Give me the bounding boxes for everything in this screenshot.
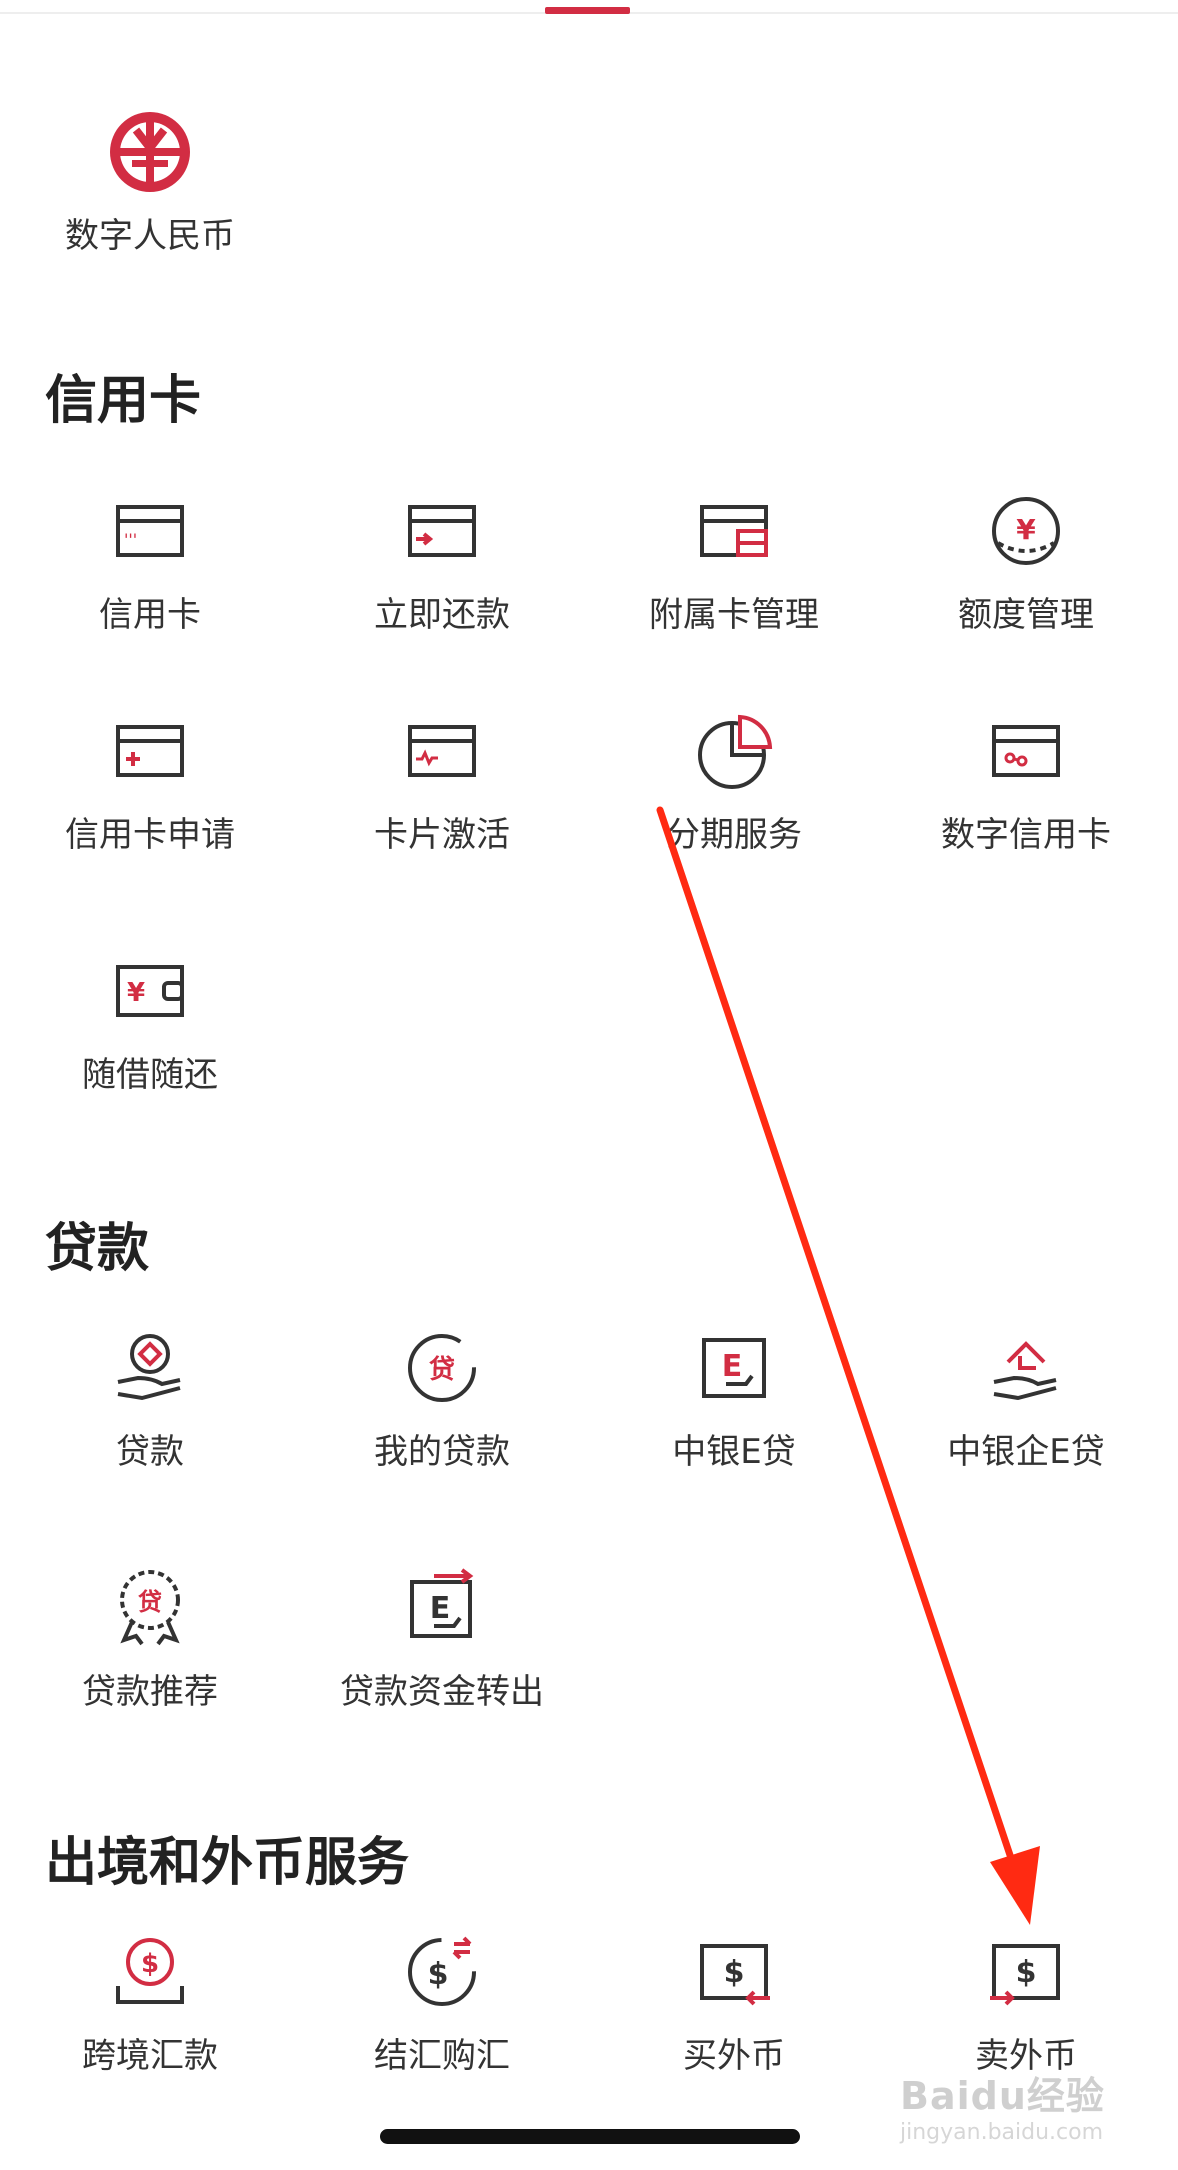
my-loan-label: 我的贷款 <box>374 1432 510 1472</box>
my-loan-icon: 贷 <box>394 1320 490 1416</box>
loan-hand-icon <box>102 1320 198 1416</box>
digital-card-icon <box>978 703 1074 799</box>
my-loan-item[interactable]: 贷 我的贷款 <box>296 1320 588 1500</box>
sell-dollar-glyph: $ <box>1016 1955 1037 1990</box>
loan-transfer-icon: E <box>394 1560 490 1656</box>
credit-card-icon: ''' <box>102 483 198 579</box>
buy-foreign-currency-item[interactable]: $ 买外币 <box>588 1924 880 2104</box>
wallet-icon: ¥ <box>102 943 198 1039</box>
card-apply-icon <box>102 703 198 799</box>
installment-item[interactable]: 分期服务 <box>588 703 880 883</box>
loan-transfer-label: 贷款资金转出 <box>340 1672 544 1712</box>
wallet-yuan-glyph: ¥ <box>127 978 145 1008</box>
loan-recommend-item[interactable]: 贷 贷款推荐 <box>4 1560 296 1740</box>
repay-card-icon <box>394 483 490 579</box>
repay-now-item[interactable]: 立即还款 <box>296 483 588 663</box>
e-glyph: E <box>722 1349 743 1384</box>
section-title-credit-card: 信用卡 <box>45 371 202 431</box>
loan-item[interactable]: 贷款 <box>4 1320 296 1500</box>
cross-border-remit-item[interactable]: $ 跨境汇款 <box>4 1924 296 2104</box>
badge-glyph: 贷 <box>138 1588 162 1616</box>
currency-exchange-label: 结汇购汇 <box>374 2036 510 2076</box>
supplementary-card-label: 附属卡管理 <box>649 595 819 635</box>
boc-e-loan-item[interactable]: E 中银E贷 <box>588 1320 880 1500</box>
supplementary-card-icon <box>686 483 782 579</box>
buy-dollar-glyph: $ <box>724 1955 745 1990</box>
credit-limit-icon: ¥ <box>978 483 1074 579</box>
credit-limit-item[interactable]: ¥ 额度管理 <box>880 483 1172 663</box>
loan-recommend-label: 贷款推荐 <box>82 1672 218 1712</box>
borrow-repay-label: 随借随还 <box>82 1055 218 1095</box>
borrow-repay-item[interactable]: ¥ 随借随还 <box>4 943 296 1123</box>
currency-exchange-icon: $ <box>394 1924 490 2020</box>
section-title-forex: 出境和外币服务 <box>45 1833 410 1893</box>
yuan-glyph: ¥ <box>1016 513 1036 546</box>
remit-dollar-glyph: $ <box>141 1949 159 1979</box>
card-activate-label: 卡片激活 <box>374 815 510 855</box>
exchange-dollar-glyph: $ <box>428 1957 449 1992</box>
credit-card-label: 信用卡 <box>99 595 201 635</box>
section-title-loans: 贷款 <box>45 1219 150 1279</box>
digital-rmb-entry[interactable]: 数字人民币 <box>4 104 296 284</box>
digital-credit-card-item[interactable]: 数字信用卡 <box>880 703 1172 883</box>
sell-currency-icon: $ <box>978 1924 1074 2020</box>
cross-border-remit-icon: $ <box>102 1924 198 2020</box>
enterprise-loan-icon <box>978 1320 1074 1416</box>
loan-transfer-item[interactable]: E 贷款资金转出 <box>296 1560 588 1740</box>
digital-rmb-label: 数字人民币 <box>65 216 235 256</box>
loan-label: 贷款 <box>116 1432 184 1472</box>
card-apply-item[interactable]: 信用卡申请 <box>4 703 296 883</box>
card-dots: ''' <box>124 530 137 549</box>
card-apply-label: 信用卡申请 <box>65 815 235 855</box>
buy-foreign-currency-label: 买外币 <box>683 2036 785 2076</box>
loan-glyph: 贷 <box>429 1354 455 1385</box>
baidu-watermark: Baidu经验 jingyan.baidu.com <box>900 2065 1140 2150</box>
boc-enterprise-e-loan-label: 中银企E贷 <box>947 1432 1105 1472</box>
active-tab-indicator <box>545 7 630 14</box>
boc-e-loan-label: 中银E贷 <box>672 1432 796 1472</box>
home-indicator[interactable] <box>380 2129 800 2144</box>
installment-label: 分期服务 <box>666 815 802 855</box>
buy-currency-icon: $ <box>686 1924 782 2020</box>
watermark-sub: jingyan.baidu.com <box>900 2120 1104 2145</box>
card-activate-item[interactable]: 卡片激活 <box>296 703 588 883</box>
credit-limit-label: 额度管理 <box>958 595 1094 635</box>
digital-rmb-logo-icon <box>102 104 198 200</box>
repay-now-label: 立即还款 <box>374 595 510 635</box>
loan-badge-icon: 贷 <box>102 1560 198 1656</box>
boc-enterprise-e-loan-item[interactable]: 中银企E贷 <box>880 1320 1172 1500</box>
card-activate-icon <box>394 703 490 799</box>
supplementary-card-item[interactable]: 附属卡管理 <box>588 483 880 663</box>
watermark-main: Baidu经验 <box>900 2074 1105 2118</box>
currency-exchange-item[interactable]: $ 结汇购汇 <box>296 1924 588 2104</box>
pie-chart-icon <box>686 703 782 799</box>
credit-card-item[interactable]: ''' 信用卡 <box>4 483 296 663</box>
digital-credit-card-label: 数字信用卡 <box>941 815 1111 855</box>
cross-border-remit-label: 跨境汇款 <box>82 2036 218 2076</box>
transfer-e-glyph: E <box>430 1591 451 1626</box>
e-loan-icon: E <box>686 1320 782 1416</box>
